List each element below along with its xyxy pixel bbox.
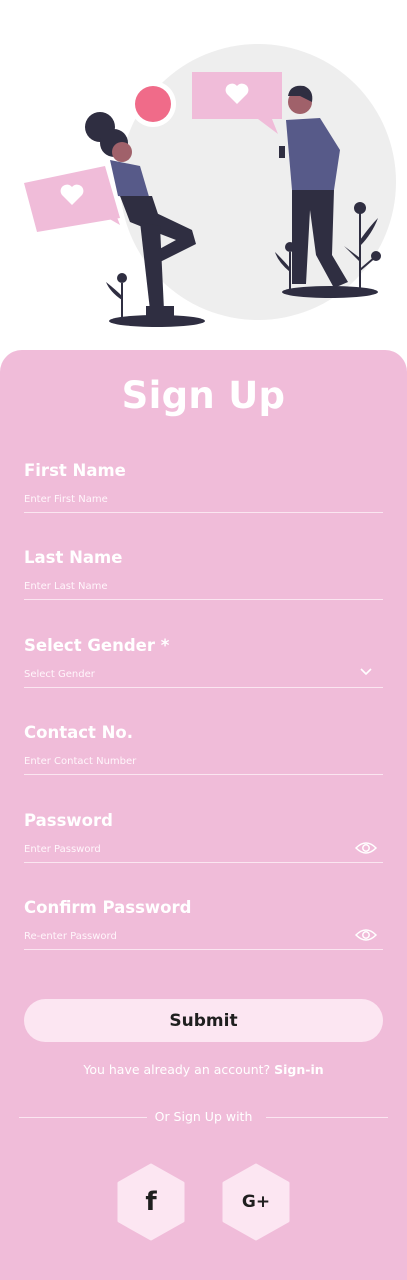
facebook-icon: f: [145, 1187, 157, 1217]
confirm-password-label: Confirm Password: [24, 898, 192, 917]
gender-select[interactable]: [24, 666, 354, 682]
last-name-label: Last Name: [24, 548, 123, 567]
chevron-down-icon[interactable]: [359, 667, 373, 677]
gender-label: Select Gender *: [24, 636, 170, 655]
field-underline: [24, 512, 383, 513]
signin-link[interactable]: Sign-in: [274, 1062, 324, 1077]
gender-field: Select Gender *: [24, 636, 383, 688]
eye-icon[interactable]: [355, 840, 377, 856]
speech-bubble-left: [24, 166, 120, 232]
contact-input[interactable]: [24, 753, 354, 769]
field-underline: [24, 599, 383, 600]
phone: [279, 146, 285, 158]
eye-icon[interactable]: [355, 927, 377, 943]
google-plus-button[interactable]: G+: [221, 1163, 291, 1241]
last-name-field: Last Name: [24, 548, 383, 600]
signin-prompt-row: You have already an account? Sign-in: [0, 1062, 407, 1077]
contact-field: Contact No.: [24, 723, 383, 775]
contact-label: Contact No.: [24, 723, 134, 742]
first-name-label: First Name: [24, 461, 126, 480]
field-underline: [24, 862, 383, 863]
submit-button[interactable]: Submit: [24, 999, 383, 1042]
signin-prompt-text: You have already an account?: [83, 1062, 271, 1077]
field-underline: [24, 687, 383, 688]
page-title: Sign Up: [121, 374, 286, 417]
hero-illustration: [0, 0, 407, 350]
confirm-password-field: Confirm Password: [24, 898, 383, 950]
field-underline: [24, 949, 383, 950]
password-input[interactable]: [24, 841, 354, 857]
first-name-field: First Name: [24, 461, 383, 513]
password-field: Password: [24, 811, 383, 863]
google-plus-icon: G+: [241, 1192, 271, 1212]
facebook-button[interactable]: f: [116, 1163, 186, 1241]
last-name-input[interactable]: [24, 578, 354, 594]
password-label: Password: [24, 811, 113, 830]
field-underline: [24, 774, 383, 775]
confirm-password-input[interactable]: [24, 928, 354, 944]
or-divider: Or Sign Up with: [19, 1109, 388, 1125]
divider-line-right: [266, 1117, 388, 1118]
first-name-input[interactable]: [24, 491, 354, 507]
signup-card: Sign Up First Name Last Name Select Gend…: [0, 350, 407, 1280]
